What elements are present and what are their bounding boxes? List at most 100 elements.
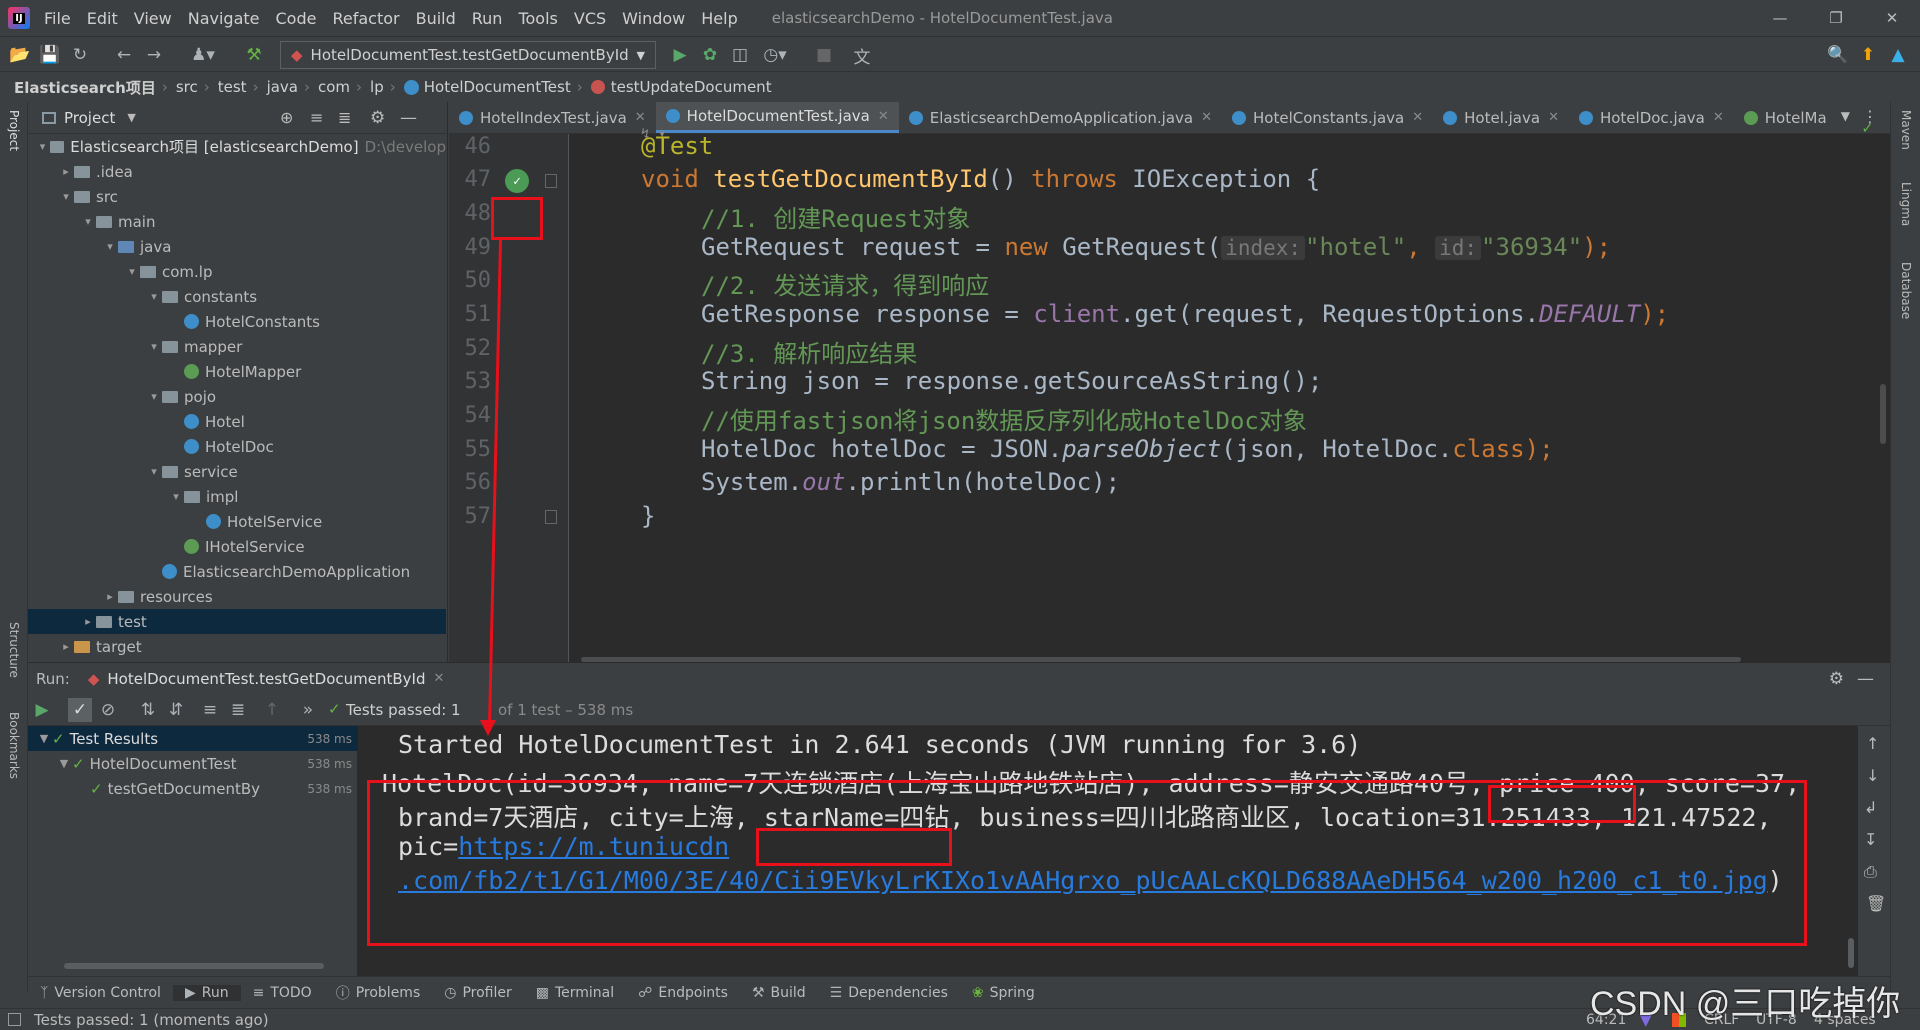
collapse-all-icon[interactable]: ≣ [338, 108, 351, 127]
hide-panel-icon[interactable]: — [400, 108, 417, 128]
bookmarks-tool-button[interactable]: Bookmarks [7, 712, 21, 779]
tree-item[interactable]: ▾ pojo [28, 384, 446, 409]
expand-all-icon[interactable]: ≡ [310, 108, 323, 127]
tab-hotel-doc[interactable]: HotelDoc.java ✕ [1569, 102, 1734, 133]
tree-item[interactable]: HotelConstants [28, 309, 446, 334]
save-icon[interactable]: 💾 [38, 43, 62, 67]
menu-tools[interactable]: Tools [510, 9, 565, 28]
menu-navigate[interactable]: Navigate [180, 9, 268, 28]
hide-panel-icon[interactable]: — [1857, 669, 1874, 689]
run-test-gutter-icon[interactable]: ✓ [505, 169, 529, 193]
close-tab-icon[interactable]: ✕ [1713, 110, 1724, 125]
menu-file[interactable]: File [36, 9, 79, 28]
more-actions-icon[interactable]: » [296, 698, 320, 722]
minimize-icon[interactable]: — [1752, 0, 1808, 36]
tab-todo[interactable]: ≡ TODO [241, 985, 324, 1001]
code-editor[interactable]: 46 47 48 49 50 51 52 53 54 55 56 57 ✓ ↯ … [449, 118, 1890, 662]
close-tab-icon[interactable]: ✕ [635, 110, 646, 125]
debug-icon[interactable]: ✿ [698, 43, 722, 67]
tree-item[interactable]: HotelService [28, 509, 446, 534]
tab-hotel-index-test[interactable]: HotelIndexTest.java ✕ [449, 102, 656, 133]
run-config-selector[interactable]: ◆ HotelDocumentTest.testGetDocumentById … [280, 41, 656, 69]
stop-icon[interactable]: ■ [812, 43, 836, 67]
scroll-to-end-icon[interactable]: ↧ [1864, 830, 1877, 849]
tree-item[interactable]: IHotelService [28, 534, 446, 559]
tree-item[interactable]: ▸ test [28, 609, 446, 634]
up-arrow-icon[interactable]: ↑ [1866, 734, 1879, 753]
tab-version-control[interactable]: ᛉ Version Control [28, 985, 173, 1001]
chevron-right-icon[interactable]: ▸ [58, 640, 74, 653]
run-icon[interactable]: ▶ [668, 43, 692, 67]
tab-hotel-document-test[interactable]: HotelDocumentTest.java ✕ [655, 102, 899, 133]
translate-icon[interactable]: 文 [850, 43, 874, 68]
gear-icon[interactable]: ⚙ [1829, 669, 1844, 689]
profiler-icon[interactable]: ◷▾ [758, 43, 792, 67]
tab-problems[interactable]: ⓘ Problems [324, 983, 433, 1003]
sync-icon[interactable]: ↻ [68, 43, 92, 67]
tree-item[interactable]: ▸ resources [28, 584, 446, 609]
tab-build[interactable]: ⚒ Build [740, 985, 818, 1001]
tree-item[interactable]: Hotel [28, 409, 446, 434]
menu-run[interactable]: Run [464, 9, 511, 28]
close-tab-icon[interactable]: ✕ [878, 109, 889, 124]
tree-item[interactable]: ▾ main [28, 209, 446, 234]
project-tool-button[interactable]: Project [7, 110, 21, 151]
collapse-all-icon[interactable]: ≣ [226, 698, 250, 722]
coverage-icon[interactable]: ◫ [728, 43, 752, 67]
tree-item[interactable]: ▾ constants [28, 284, 446, 309]
vertical-scrollbar[interactable] [1848, 938, 1854, 968]
tree-item[interactable]: ▾ mapper [28, 334, 446, 359]
test-class-node[interactable]: ▼ ✓ HotelDocumentTest 538 ms [28, 751, 358, 776]
chevron-down-icon[interactable]: ▾ [146, 340, 162, 353]
close-tab-icon[interactable]: ✕ [434, 671, 445, 686]
tree-item[interactable]: ▾ Elasticsearch项目 [elasticsearchDemo] D:\d… [28, 134, 446, 159]
menu-refactor[interactable]: Refactor [324, 9, 407, 28]
fold-icon[interactable] [545, 510, 557, 524]
database-tool-button[interactable]: Database [1899, 262, 1913, 319]
sort-alpha-icon[interactable]: ⇅ [136, 698, 160, 722]
test-results-root[interactable]: ▼ ✓ Test Results 538 ms [28, 726, 358, 751]
tree-item[interactable]: ▸ target [28, 634, 446, 659]
project-view-selector[interactable]: Project [64, 109, 115, 127]
print-icon[interactable]: ⎙ [1864, 862, 1877, 882]
chevron-right-icon[interactable]: ▸ [102, 590, 118, 603]
tab-hotel[interactable]: Hotel.java ✕ [1433, 102, 1569, 133]
sort-duration-icon[interactable]: ⇵ [164, 698, 188, 722]
gear-icon[interactable]: ⚙ [370, 108, 385, 128]
tree-item[interactable]: ▾ com.lp [28, 259, 446, 284]
trash-icon[interactable]: 🗑 [1866, 894, 1886, 913]
chevron-right-icon[interactable]: ▸ [58, 165, 74, 178]
build-hammer-icon[interactable]: ⚒ [242, 43, 266, 67]
tab-run[interactable]: ▶ Run [172, 984, 241, 1001]
vertical-scrollbar[interactable] [1880, 384, 1886, 444]
chevron-down-icon[interactable]: ▼ [127, 111, 135, 124]
tab-hotel-mapper[interactable]: HotelMa [1734, 102, 1837, 133]
rerun-icon[interactable]: ▶ [30, 698, 54, 722]
locate-icon[interactable]: ⊕ [280, 108, 293, 127]
status-square-icon[interactable] [8, 1013, 21, 1026]
previous-failed-icon[interactable]: ↑ [260, 698, 284, 722]
open-folder-icon[interactable]: 📂 [8, 43, 32, 67]
menu-code[interactable]: Code [268, 9, 325, 28]
crumb-src[interactable]: src [176, 78, 198, 96]
tree-item[interactable]: ▾ impl [28, 484, 446, 509]
menu-vcs[interactable]: VCS [566, 9, 614, 28]
soft-wrap-icon[interactable]: ↲ [1864, 798, 1877, 817]
tab-spring[interactable]: ❀ Spring [960, 985, 1047, 1001]
menu-build[interactable]: Build [408, 9, 464, 28]
fold-icon[interactable] [545, 174, 557, 188]
tab-dependencies[interactable]: ☰ Dependencies [818, 985, 960, 1001]
crumb-class[interactable]: HotelDocumentTest [424, 78, 571, 96]
user-icon[interactable]: ♟▾ [186, 43, 220, 67]
tree-item[interactable]: ▾ java [28, 234, 446, 259]
inspection-ok-icon[interactable]: ✓ [1862, 118, 1872, 137]
run-tab[interactable]: HotelDocumentTest.testGetDocumentById [107, 670, 425, 688]
back-icon[interactable]: ← [112, 43, 136, 67]
status-message[interactable]: Tests passed: 1 (moments ago) [34, 1011, 269, 1029]
menu-window[interactable]: Window [614, 9, 693, 28]
tree-item[interactable]: ▾ service [28, 459, 446, 484]
close-icon[interactable]: ✕ [1864, 0, 1920, 36]
chevron-down-icon[interactable]: ▾ [146, 465, 162, 478]
close-tab-icon[interactable]: ✕ [1412, 110, 1423, 125]
tree-item[interactable]: ▸ .idea [28, 159, 446, 184]
